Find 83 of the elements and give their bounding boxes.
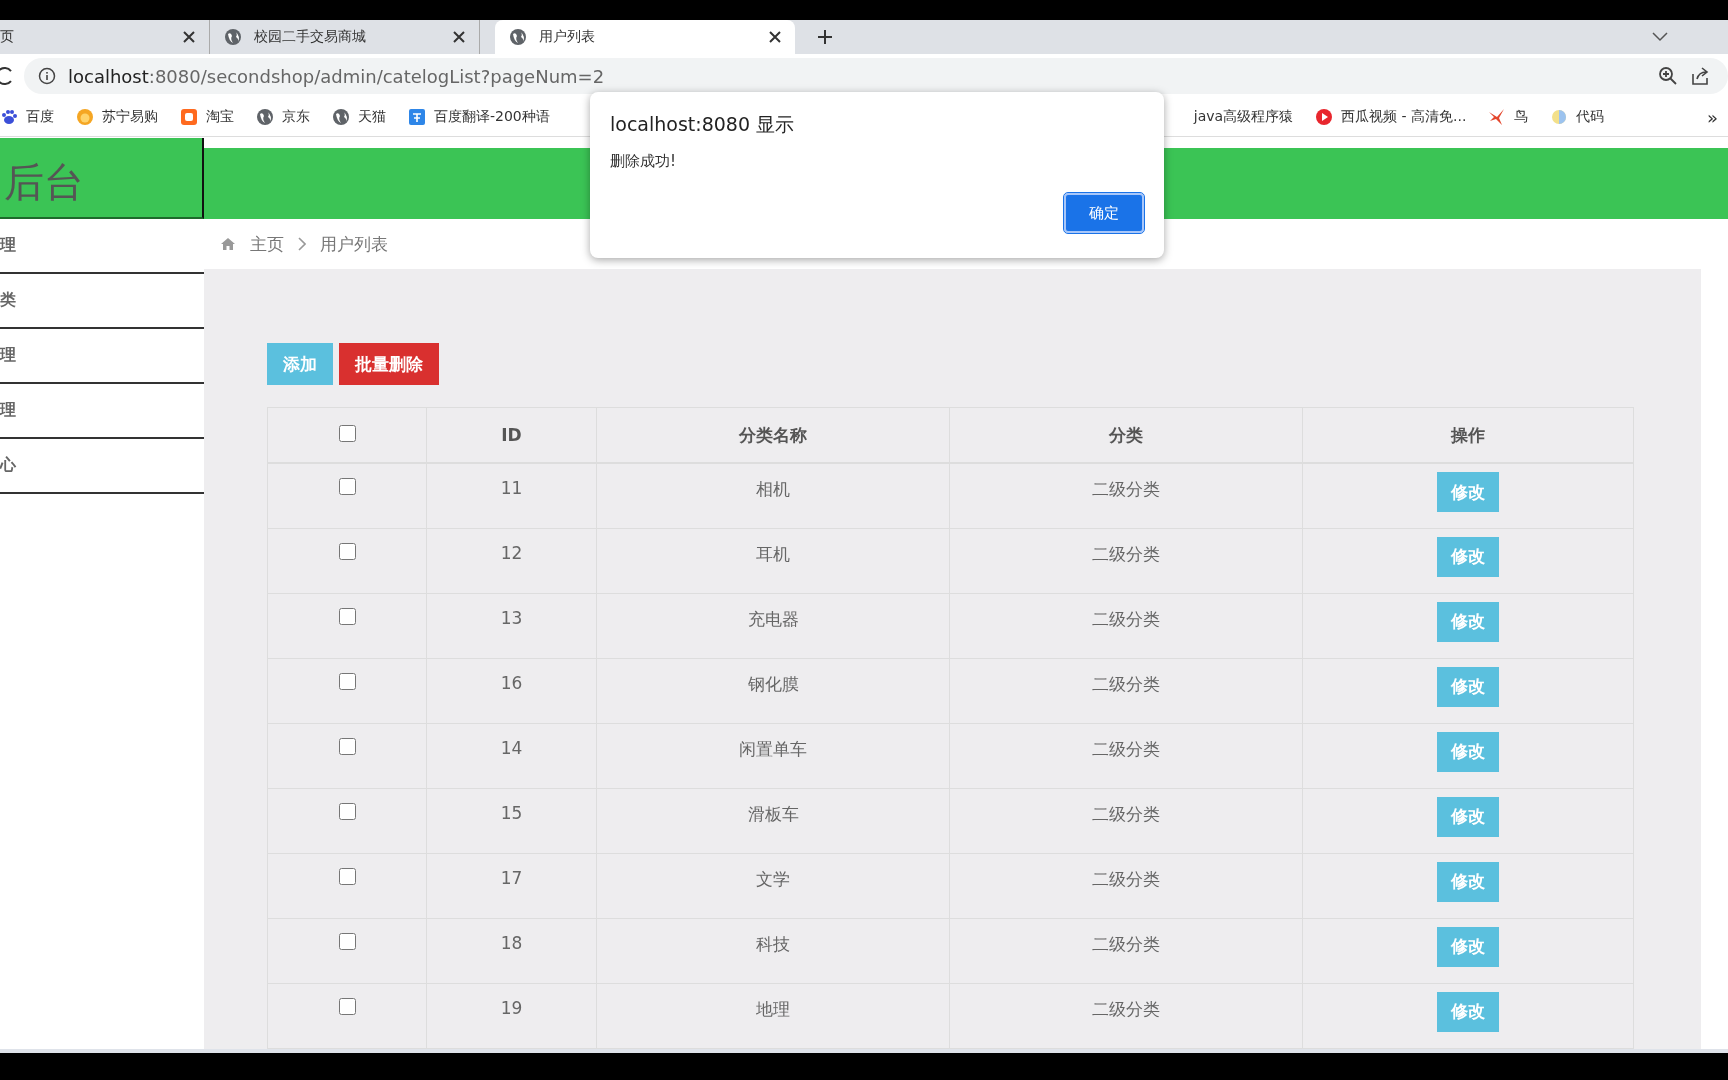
- close-icon[interactable]: [183, 31, 195, 43]
- table-cell: 滑板车: [596, 788, 950, 853]
- checkbox[interactable]: [338, 802, 356, 820]
- table-cell: 相机: [596, 463, 950, 528]
- more-bookmarks-button[interactable]: »: [1707, 106, 1718, 128]
- translate-icon: [408, 108, 426, 126]
- checkbox[interactable]: [338, 542, 356, 560]
- table-cell: 二级分类: [949, 983, 1303, 1048]
- globe-icon: [256, 108, 274, 126]
- batch-delete-button[interactable]: 批量删除: [339, 343, 439, 385]
- globe-icon: [332, 108, 350, 126]
- info-icon: [38, 67, 56, 85]
- bookmark-link[interactable]: 代码: [1576, 108, 1605, 126]
- table-cell: 地理: [596, 983, 950, 1048]
- globe-icon: [509, 28, 527, 46]
- table-cell: 二级分类: [949, 528, 1303, 593]
- table-cell: 钢化膜: [596, 658, 950, 723]
- close-icon[interactable]: [453, 31, 465, 43]
- table-cell: 二级分类: [949, 658, 1303, 723]
- browser-tab[interactable]: 用户列表: [495, 20, 795, 54]
- table-cell: 耳机: [596, 528, 950, 593]
- table-cell: 19: [426, 983, 597, 1048]
- bookmark-link[interactable]: 淘宝: [206, 108, 234, 126]
- table-cell: 二级分类: [949, 463, 1303, 528]
- column-header: 操作: [1302, 407, 1634, 463]
- checkbox[interactable]: [338, 607, 356, 625]
- bookmark-link[interactable]: 鸟: [1514, 108, 1529, 126]
- share-icon[interactable]: [1690, 66, 1710, 86]
- dialog-message: 删除成功!: [610, 152, 677, 171]
- bookmark-link[interactable]: 苏宁易购: [102, 108, 158, 126]
- table-cell: 二级分类: [949, 723, 1303, 788]
- table-cell: 12: [426, 528, 597, 593]
- zoom-icon[interactable]: [1658, 66, 1678, 86]
- bookmark-link[interactable]: java高级程序猿: [1193, 108, 1294, 126]
- home-icon: [220, 237, 236, 251]
- table-cell: 闲置单车: [596, 723, 950, 788]
- table-cell: 二级分类: [949, 853, 1303, 918]
- table-cell: 17: [426, 853, 597, 918]
- breadcrumb-link[interactable]: 主页: [250, 232, 284, 256]
- bookmark-link[interactable]: 京东: [282, 108, 310, 126]
- checkbox[interactable]: [338, 478, 356, 495]
- dialog-title: localhost:8080 显示: [610, 112, 796, 137]
- reload-icon[interactable]: [0, 67, 12, 85]
- breadcrumb-current: 用户列表: [320, 232, 388, 256]
- chevron-down-icon[interactable]: [1652, 32, 1668, 42]
- url-text: localhost:8080/secondshop/admin/catelogList?pageNum=2: [68, 65, 605, 87]
- table-cell: 二级分类: [949, 593, 1303, 658]
- checkbox[interactable]: [338, 672, 356, 690]
- checkbox[interactable]: [338, 737, 356, 755]
- new-tab-icon[interactable]: [817, 29, 833, 45]
- globe-icon: [224, 28, 242, 46]
- table-cell: 充电器: [596, 593, 950, 658]
- bookmark-link[interactable]: 天猫: [358, 108, 386, 126]
- chevron-right-icon: [298, 237, 306, 251]
- table-cell: 18: [426, 918, 597, 983]
- bookmark-link[interactable]: 百度翻译-200种语: [434, 108, 550, 126]
- paw-icon: [0, 108, 18, 126]
- table-cell: 二级分类: [949, 918, 1303, 983]
- site-logo: 后台: [3, 158, 84, 207]
- checkbox[interactable]: [338, 932, 356, 950]
- bookmark-link[interactable]: 百度: [26, 108, 54, 126]
- table-cell: 15: [426, 788, 597, 853]
- column-header: 分类: [949, 407, 1303, 463]
- table-cell: 科技: [596, 918, 950, 983]
- square-icon: [180, 108, 198, 126]
- bookmark-link[interactable]: 西瓜视频 - 高清免...: [1341, 108, 1467, 126]
- circle-icon: [1550, 108, 1569, 126]
- sidebar-item[interactable]: 理: [0, 219, 204, 274]
- play-icon: [1315, 108, 1334, 126]
- column-header: 分类名称: [596, 407, 950, 463]
- close-icon[interactable]: [769, 31, 781, 43]
- table-cell: 二级分类: [949, 788, 1303, 853]
- table-cell: 11: [426, 463, 597, 528]
- ok-button[interactable]: 确定: [1064, 193, 1144, 233]
- column-header: ID: [426, 407, 597, 463]
- table-cell: 文学: [596, 853, 950, 918]
- table-cell: 16: [426, 658, 597, 723]
- table-cell: 14: [426, 723, 597, 788]
- checkbox[interactable]: [338, 997, 356, 1015]
- address-field[interactable]: localhost:8080/secondshop/admin/catelogList?pageNum=2: [24, 58, 1728, 94]
- table-cell: 13: [426, 593, 597, 658]
- checkbox[interactable]: [338, 424, 356, 442]
- checkbox[interactable]: [338, 867, 356, 885]
